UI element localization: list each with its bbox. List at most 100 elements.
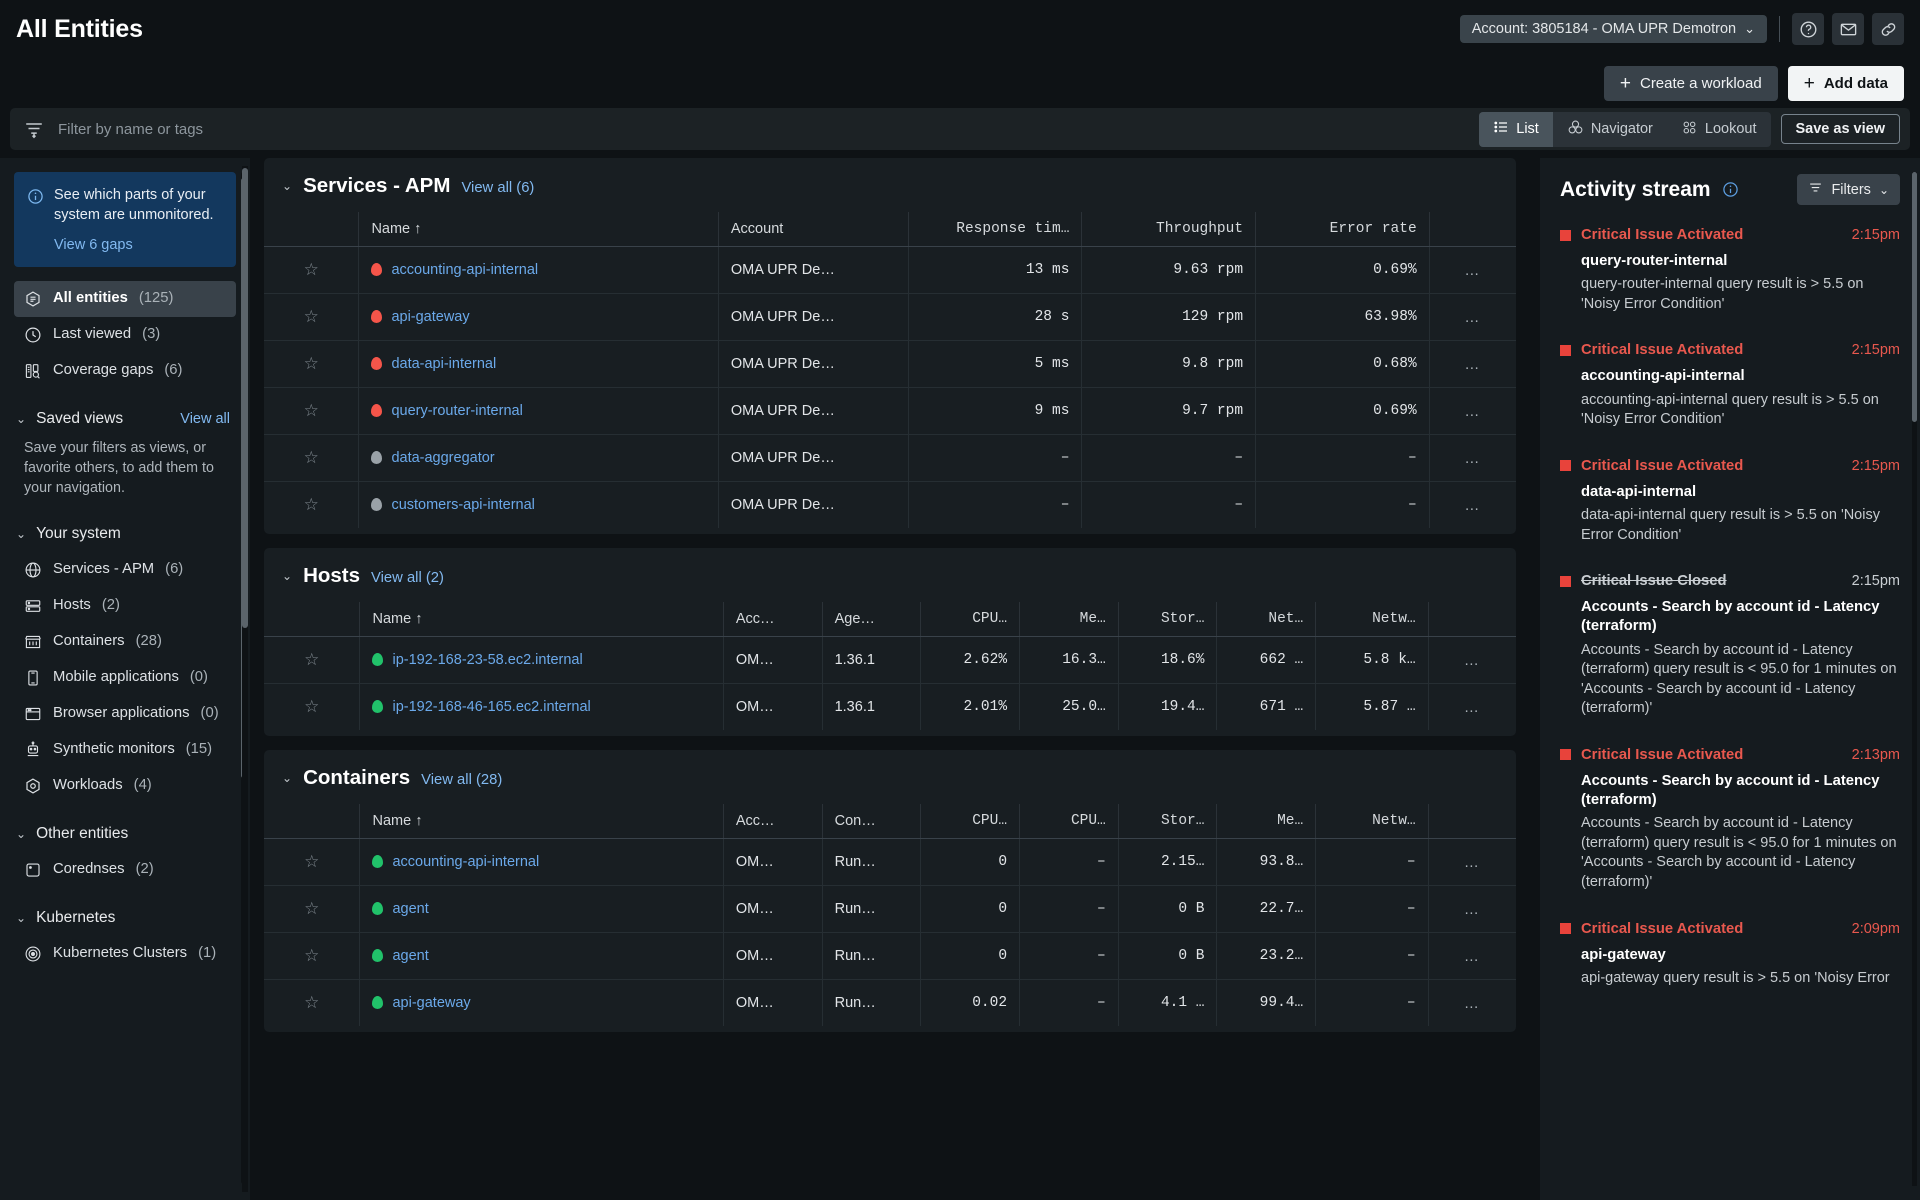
sidebar-item-hosts[interactable]: Hosts (2) <box>14 588 236 624</box>
table-row[interactable]: ☆ ip-192-168-46-165.ec2.internal OM… 1.3… <box>264 683 1516 730</box>
col-account[interactable]: Acc… <box>722 602 823 637</box>
favorite-star-icon[interactable]: ☆ <box>264 838 360 886</box>
entity-name-cell[interactable]: agent <box>359 932 724 980</box>
view-mode-list[interactable]: List <box>1479 111 1553 147</box>
favorite-star-icon[interactable]: ☆ <box>264 293 359 341</box>
row-menu-button[interactable]: … <box>1427 885 1516 933</box>
row-menu-button[interactable]: … <box>1427 979 1516 1026</box>
sidebar-item-last-viewed[interactable]: Last viewed (3) <box>14 317 236 353</box>
activity-filters-button[interactable]: Filters ⌄ <box>1797 174 1900 205</box>
entity-name-cell[interactable]: api-gateway <box>358 293 719 341</box>
containers-view-all-link[interactable]: View all (28) <box>421 772 502 788</box>
sidebar-item-workloads[interactable]: Workloads (4) <box>14 768 236 804</box>
sidebar-item-synthetic-monitors[interactable]: Synthetic monitors (15) <box>14 732 236 768</box>
sidebar-item-kubernetes-clusters[interactable]: Kubernetes Clusters (1) <box>14 936 236 972</box>
your-system-section-header[interactable]: ⌄ Your system <box>14 516 236 552</box>
table-row[interactable]: ☆ data-aggregator OMA UPR De… – – – … <box>264 434 1516 482</box>
save-as-view-button[interactable]: Save as view <box>1780 114 1900 144</box>
view-gaps-link[interactable]: View 6 gaps <box>54 237 222 253</box>
col-cpu-a[interactable]: CPU… <box>920 804 1020 839</box>
entity-name-cell[interactable]: accounting-api-internal <box>358 246 719 294</box>
add-data-button[interactable]: + Add data <box>1787 65 1904 101</box>
entity-link[interactable]: api-gateway <box>392 995 470 1011</box>
help-circle-icon[interactable] <box>1792 13 1824 45</box>
col-memory[interactable]: Me… <box>1216 804 1316 839</box>
kubernetes-section-header[interactable]: ⌄ Kubernetes <box>14 900 236 936</box>
row-menu-button[interactable]: … <box>1428 434 1516 482</box>
col-agent-version[interactable]: Age… <box>821 602 921 637</box>
row-menu-button[interactable]: … <box>1427 838 1516 886</box>
col-network[interactable]: Netw… <box>1315 804 1429 839</box>
entity-link[interactable]: ip-192-168-46-165.ec2.internal <box>392 699 590 715</box>
row-menu-button[interactable]: … <box>1428 246 1516 294</box>
account-selector[interactable]: Account: 3805184 - OMA UPR Demotron ⌄ <box>1459 15 1767 43</box>
col-cpu-b[interactable]: CPU… <box>1019 804 1119 839</box>
sidebar-item-mobile-applications[interactable]: Mobile applications (0) <box>14 660 236 696</box>
entity-link[interactable]: data-api-internal <box>391 356 496 372</box>
entity-link[interactable]: agent <box>392 948 428 964</box>
favorite-star-icon[interactable]: ☆ <box>264 885 360 933</box>
sidebar-item-coverage-gaps[interactable]: Coverage gaps (6) <box>14 353 236 389</box>
favorite-star-icon[interactable]: ☆ <box>264 387 359 435</box>
col-cpu[interactable]: CPU… <box>920 602 1020 637</box>
entity-name-cell[interactable]: api-gateway <box>359 979 724 1026</box>
favorite-star-icon[interactable]: ☆ <box>264 434 359 482</box>
favorite-star-icon[interactable]: ☆ <box>264 932 360 980</box>
table-row[interactable]: ☆ accounting-api-internal OM… Run… 0 – 2… <box>264 838 1516 886</box>
col-network-receive[interactable]: Net… <box>1216 602 1316 637</box>
col-storage[interactable]: Stor… <box>1117 804 1217 839</box>
view-mode-lookout[interactable]: Lookout <box>1667 112 1771 147</box>
col-throughput[interactable]: Throughput <box>1081 212 1256 247</box>
entity-name-cell[interactable]: ip-192-168-23-58.ec2.internal <box>359 636 724 684</box>
entity-link[interactable]: accounting-api-internal <box>391 262 538 278</box>
row-menu-button[interactable]: … <box>1427 683 1516 730</box>
table-row[interactable]: ☆ api-gateway OM… Run… 0.02 – 4.1 … 99.4… <box>264 979 1516 1026</box>
entity-name-cell[interactable]: data-api-internal <box>358 340 719 388</box>
activity-item[interactable]: Critical Issue Activated 2:13pm Accounts… <box>1560 747 1900 893</box>
entity-name-cell[interactable]: customers-api-internal <box>358 481 719 528</box>
sidebar-item-services-apm[interactable]: Services - APM (6) <box>14 552 236 588</box>
favorite-star-icon[interactable]: ☆ <box>264 482 359 529</box>
filter-icon[interactable] <box>10 118 58 140</box>
row-menu-button[interactable]: … <box>1428 293 1516 341</box>
col-name[interactable]: Name ↑ <box>359 602 724 637</box>
col-error-rate[interactable]: Error rate <box>1255 212 1430 247</box>
link-icon[interactable] <box>1872 13 1904 45</box>
entity-name-cell[interactable]: query-router-internal <box>358 387 719 435</box>
chevron-down-icon[interactable]: ⌄ <box>282 179 292 193</box>
activity-item[interactable]: Critical Issue Closed 2:15pm Accounts - … <box>1560 573 1900 719</box>
table-row[interactable]: ☆ agent OM… Run… 0 – 0 B 23.2… – … <box>264 932 1516 980</box>
entity-name-cell[interactable]: ip-192-168-46-165.ec2.internal <box>359 683 724 730</box>
other-entities-section-header[interactable]: ⌄ Other entities <box>14 816 236 852</box>
saved-views-view-all-link[interactable]: View all <box>180 411 230 427</box>
table-row[interactable]: ☆ accounting-api-internal OMA UPR De… 13… <box>264 246 1516 294</box>
chevron-down-icon[interactable]: ⌄ <box>282 771 292 785</box>
entity-link[interactable]: ip-192-168-23-58.ec2.internal <box>392 652 582 668</box>
col-name[interactable]: Name ↑ <box>358 212 719 247</box>
row-menu-button[interactable]: … <box>1427 932 1516 980</box>
activity-item[interactable]: Critical Issue Activated 2:15pm data-api… <box>1560 458 1900 545</box>
col-memory[interactable]: Me… <box>1019 602 1119 637</box>
col-container-state[interactable]: Con… <box>821 804 921 839</box>
row-menu-button[interactable]: … <box>1428 340 1516 388</box>
favorite-star-icon[interactable]: ☆ <box>264 340 359 388</box>
row-menu-button[interactable]: … <box>1427 636 1516 684</box>
row-menu-button[interactable]: … <box>1428 387 1516 435</box>
entity-name-cell[interactable]: accounting-api-internal <box>359 838 724 886</box>
entity-name-cell[interactable]: data-aggregator <box>358 434 719 482</box>
chevron-down-icon[interactable]: ⌄ <box>282 569 292 583</box>
activity-item[interactable]: Critical Issue Activated 2:15pm query-ro… <box>1560 227 1900 314</box>
sidebar-item-corednses[interactable]: Corednses (2) <box>14 852 236 888</box>
col-name[interactable]: Name ↑ <box>359 804 724 839</box>
entity-link[interactable]: customers-api-internal <box>391 497 534 513</box>
saved-views-section-header[interactable]: ⌄ Saved views View all <box>14 401 236 437</box>
hosts-view-all-link[interactable]: View all (2) <box>371 570 444 586</box>
entity-link[interactable]: query-router-internal <box>391 403 522 419</box>
view-mode-navigator[interactable]: Navigator <box>1553 112 1667 147</box>
entity-link[interactable]: agent <box>392 901 428 917</box>
favorite-star-icon[interactable]: ☆ <box>264 246 359 294</box>
col-account[interactable]: Acc… <box>722 804 823 839</box>
sidebar-item-all-entities[interactable]: All entities (125) <box>14 281 236 318</box>
services-apm-view-all-link[interactable]: View all (6) <box>461 180 534 196</box>
sidebar-item-containers[interactable]: Containers (28) <box>14 624 236 660</box>
